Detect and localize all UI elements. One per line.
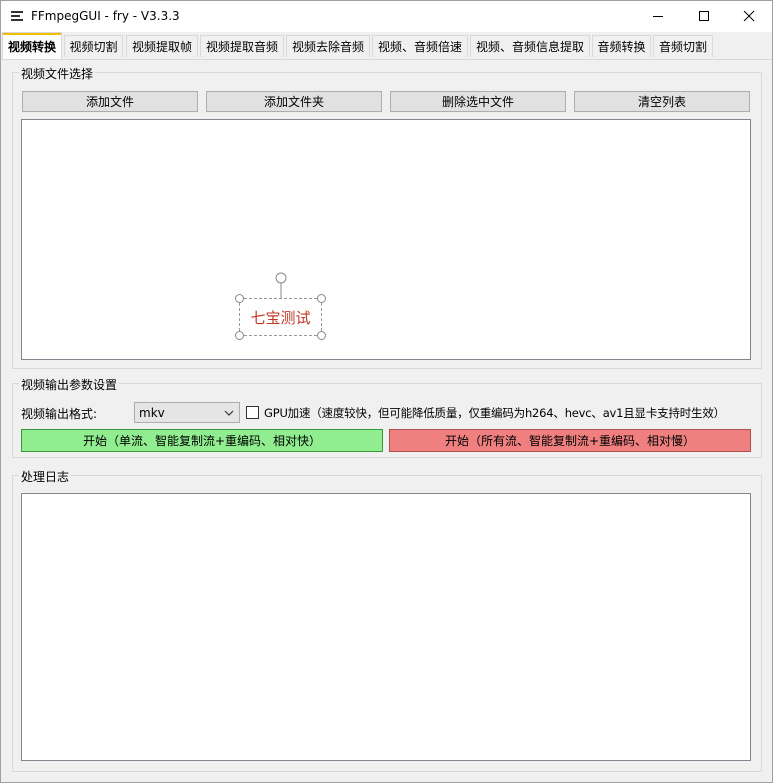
menu-icon[interactable] bbox=[11, 11, 23, 21]
add-folder-button[interactable]: 添加文件夹 bbox=[206, 91, 382, 112]
tab-media-info[interactable]: 视频、音频信息提取 bbox=[470, 35, 590, 57]
maximize-button[interactable] bbox=[681, 1, 727, 31]
output-format-select[interactable]: mkv bbox=[134, 402, 240, 423]
output-settings-title: 视频输出参数设置 bbox=[19, 376, 120, 393]
tab-video-extract-audio[interactable]: 视频提取音频 bbox=[200, 35, 284, 57]
clear-list-button[interactable]: 清空列表 bbox=[574, 91, 750, 112]
tab-video-extract-frames[interactable]: 视频提取帧 bbox=[126, 35, 198, 57]
gpu-checkbox[interactable] bbox=[246, 406, 259, 419]
start-all-streams-button[interactable]: 开始（所有流、智能复制流+重编码、相对慢） bbox=[389, 429, 751, 452]
resize-handle-icon bbox=[235, 331, 244, 340]
close-icon bbox=[743, 10, 755, 22]
watermark-text-box: 七宝测试 bbox=[239, 298, 322, 336]
maximize-icon bbox=[699, 11, 709, 21]
minimize-icon bbox=[653, 16, 663, 17]
tab-video-convert[interactable]: 视频转换 bbox=[2, 32, 62, 59]
gpu-label: GPU加速（速度较快，但可能降低质量，仅重编码为h264、hevc、av1且显卡… bbox=[264, 406, 725, 420]
add-file-button[interactable]: 添加文件 bbox=[22, 91, 198, 112]
watermark-text: 七宝测试 bbox=[250, 308, 311, 327]
tab-video-remove-audio[interactable]: 视频去除音频 bbox=[286, 35, 370, 57]
start-single-stream-button[interactable]: 开始（单流、智能复制流+重编码、相对快） bbox=[21, 429, 383, 452]
log-title: 处理日志 bbox=[19, 468, 72, 485]
title-bar: FFmpegGUI - fry - V3.3.3 bbox=[1, 1, 772, 32]
tab-video-cut[interactable]: 视频切割 bbox=[64, 35, 123, 57]
tab-audio-convert[interactable]: 音频转换 bbox=[592, 35, 651, 57]
chevron-down-icon bbox=[224, 410, 234, 416]
resize-handle-icon bbox=[317, 294, 326, 303]
app-window: FFmpegGUI - fry - V3.3.3 视频转换 视频切割 视频提取帧… bbox=[0, 0, 773, 783]
file-selection-title: 视频文件选择 bbox=[19, 65, 96, 82]
rotate-handle-icon bbox=[275, 272, 287, 298]
close-button[interactable] bbox=[726, 1, 772, 31]
file-list[interactable] bbox=[21, 119, 751, 360]
log-textarea[interactable] bbox=[21, 493, 751, 761]
output-format-label: 视频输出格式: bbox=[21, 407, 98, 421]
window-title: FFmpegGUI - fry - V3.3.3 bbox=[31, 9, 180, 23]
resize-handle-icon bbox=[235, 294, 244, 303]
output-format-value: mkv bbox=[139, 406, 165, 420]
minimize-button[interactable] bbox=[635, 1, 681, 31]
resize-handle-icon bbox=[317, 331, 326, 340]
tab-speed-change[interactable]: 视频、音频倍速 bbox=[372, 35, 468, 57]
tab-audio-cut[interactable]: 音频切割 bbox=[653, 35, 713, 57]
delete-selected-button[interactable]: 删除选中文件 bbox=[390, 91, 566, 112]
tab-bar: 视频转换 视频切割 视频提取帧 视频提取音频 视频去除音频 视频、音频倍速 视频… bbox=[1, 32, 772, 60]
